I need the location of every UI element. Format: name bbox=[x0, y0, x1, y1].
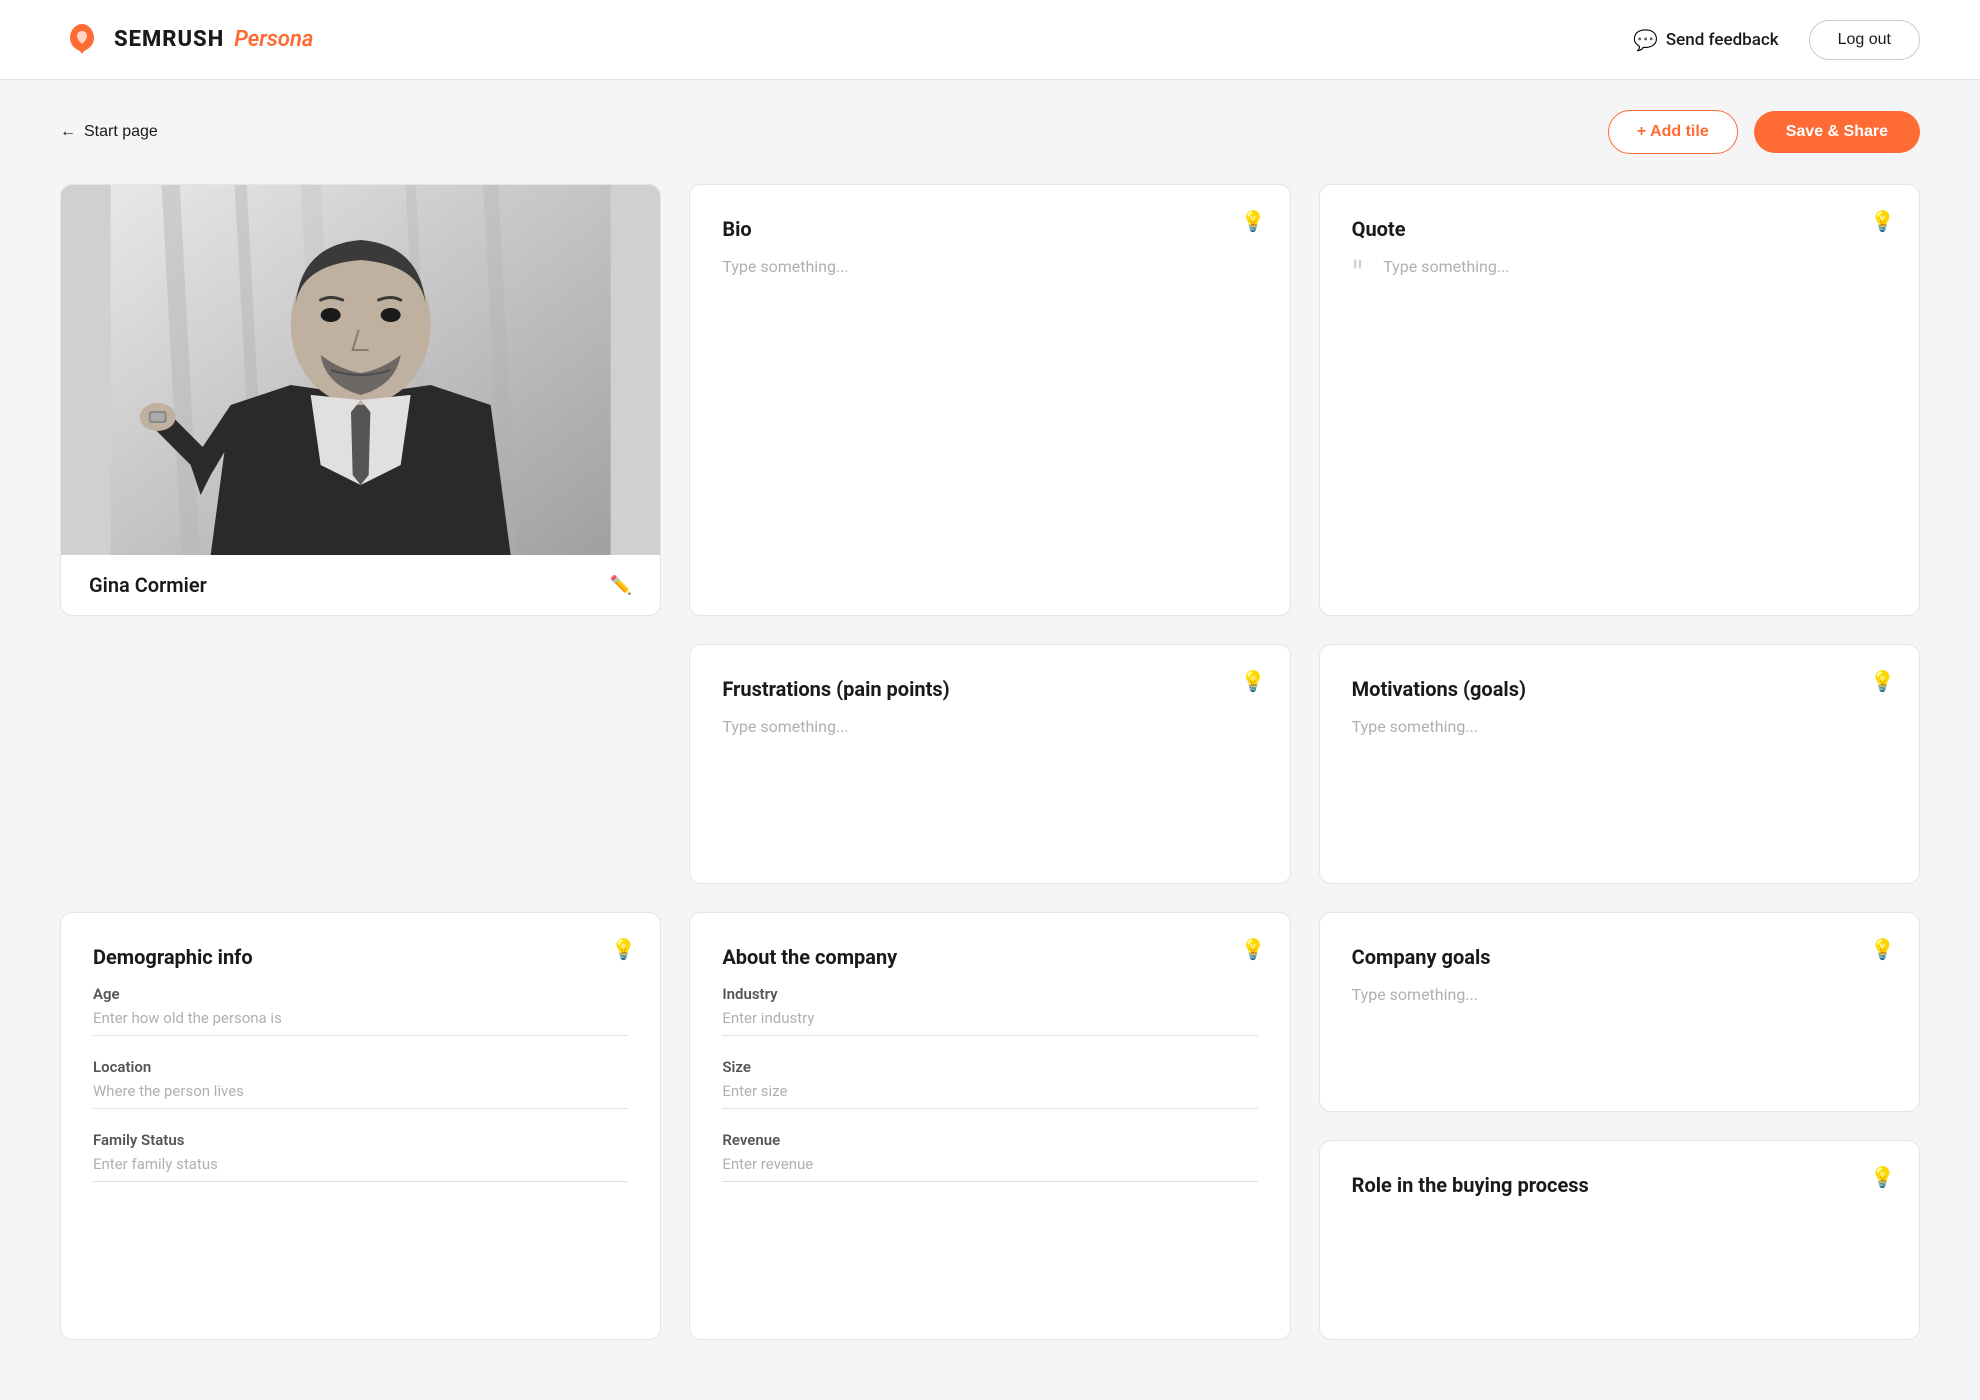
persona-footer: Gina Cormier ✏️ bbox=[61, 555, 660, 615]
about-company-title: About the company bbox=[722, 945, 1257, 969]
semrush-logo-icon bbox=[60, 18, 104, 62]
arrow-left-icon: ← bbox=[60, 123, 76, 141]
motivations-title: Motivations (goals) bbox=[1352, 677, 1887, 701]
save-share-button[interactable]: Save & Share bbox=[1754, 111, 1920, 153]
demographic-title: Demographic info bbox=[93, 945, 628, 969]
persona-image[interactable] bbox=[61, 185, 660, 555]
family-status-label: Family Status bbox=[93, 1131, 628, 1149]
frustrations-bulb-icon: 💡 bbox=[1241, 669, 1266, 693]
quote-title: Quote bbox=[1352, 217, 1887, 241]
location-label: Location bbox=[93, 1058, 628, 1076]
toolbar-right: + Add tile Save & Share bbox=[1608, 110, 1920, 154]
frustrations-title: Frustrations (pain points) bbox=[722, 677, 1257, 701]
family-status-input[interactable]: Enter family status bbox=[93, 1155, 628, 1182]
logout-button[interactable]: Log out bbox=[1809, 20, 1920, 60]
send-feedback-button[interactable]: 💬 Send feedback bbox=[1633, 28, 1779, 52]
company-goals-card: 💡 Company goals Type something... bbox=[1319, 912, 1920, 1112]
cards-grid-row3: 💡 Demographic info Age Enter how old the… bbox=[60, 912, 1920, 1340]
about-company-card: 💡 About the company Industry Enter indus… bbox=[689, 912, 1290, 1340]
persona-card: Gina Cormier ✏️ bbox=[60, 184, 661, 616]
send-feedback-label: Send feedback bbox=[1666, 30, 1779, 50]
cards-grid-row2: 💡 Frustrations (pain points) Type someth… bbox=[60, 644, 1920, 884]
quote-bulb-icon: 💡 bbox=[1870, 209, 1895, 233]
persona-photo bbox=[61, 185, 660, 555]
location-field: Location Where the person lives bbox=[93, 1058, 628, 1109]
revenue-field: Revenue Enter revenue bbox=[722, 1131, 1257, 1182]
age-label: Age bbox=[93, 985, 628, 1003]
location-input[interactable]: Where the person lives bbox=[93, 1082, 628, 1109]
family-status-field: Family Status Enter family status bbox=[93, 1131, 628, 1182]
bio-placeholder[interactable]: Type something... bbox=[722, 257, 1257, 276]
about-company-bulb-icon: 💡 bbox=[1241, 937, 1266, 961]
quote-card: 💡 Quote " Type something... bbox=[1319, 184, 1920, 616]
role-buying-bulb-icon: 💡 bbox=[1870, 1165, 1895, 1189]
bio-title: Bio bbox=[722, 217, 1257, 241]
persona-name: Gina Cormier bbox=[89, 573, 207, 597]
start-page-label: Start page bbox=[84, 123, 158, 141]
bio-bulb-icon: 💡 bbox=[1241, 209, 1266, 233]
age-input[interactable]: Enter how old the persona is bbox=[93, 1009, 628, 1036]
quote-symbol: " bbox=[1352, 257, 1364, 293]
quote-placeholder[interactable]: Type something... bbox=[1383, 257, 1509, 276]
header-right: 💬 Send feedback Log out bbox=[1633, 20, 1920, 60]
quote-content: " Type something... bbox=[1352, 257, 1887, 293]
motivations-card: 💡 Motivations (goals) Type something... bbox=[1319, 644, 1920, 884]
edit-icon[interactable]: ✏️ bbox=[610, 575, 632, 596]
motivations-placeholder[interactable]: Type something... bbox=[1352, 717, 1887, 736]
company-goals-placeholder[interactable]: Type something... bbox=[1352, 985, 1887, 1004]
main-content: Gina Cormier ✏️ 💡 Bio Type something... … bbox=[0, 174, 1980, 1400]
industry-label: Industry bbox=[722, 985, 1257, 1003]
demographic-card: 💡 Demographic info Age Enter how old the… bbox=[60, 912, 661, 1340]
size-field: Size Enter size bbox=[722, 1058, 1257, 1109]
frustrations-card: 💡 Frustrations (pain points) Type someth… bbox=[689, 644, 1290, 884]
size-label: Size bbox=[722, 1058, 1257, 1076]
cards-grid: Gina Cormier ✏️ 💡 Bio Type something... … bbox=[60, 184, 1920, 616]
company-goals-title: Company goals bbox=[1352, 945, 1887, 969]
start-page-button[interactable]: ← Start page bbox=[60, 123, 158, 141]
industry-input[interactable]: Enter industry bbox=[722, 1009, 1257, 1036]
frustrations-placeholder[interactable]: Type something... bbox=[722, 717, 1257, 736]
logo-area: SEMRUSH Persona bbox=[60, 18, 313, 62]
demographic-bulb-icon: 💡 bbox=[611, 937, 636, 961]
logo-semrush-text: SEMRUSH bbox=[114, 27, 224, 52]
company-goals-bulb-icon: 💡 bbox=[1870, 937, 1895, 961]
toolbar: ← Start page + Add tile Save & Share bbox=[0, 80, 1980, 174]
revenue-label: Revenue bbox=[722, 1131, 1257, 1149]
bio-card: 💡 Bio Type something... bbox=[689, 184, 1290, 616]
revenue-input[interactable]: Enter revenue bbox=[722, 1155, 1257, 1182]
role-buying-card: 💡 Role in the buying process bbox=[1319, 1140, 1920, 1340]
role-buying-title: Role in the buying process bbox=[1352, 1173, 1887, 1197]
right-column: 💡 Company goals Type something... 💡 Role… bbox=[1319, 912, 1920, 1340]
logo-persona-text: Persona bbox=[234, 27, 313, 52]
add-tile-button[interactable]: + Add tile bbox=[1608, 110, 1738, 154]
size-input[interactable]: Enter size bbox=[722, 1082, 1257, 1109]
motivations-bulb-icon: 💡 bbox=[1870, 669, 1895, 693]
header: SEMRUSH Persona 💬 Send feedback Log out bbox=[0, 0, 1980, 80]
age-field: Age Enter how old the persona is bbox=[93, 985, 628, 1036]
feedback-chat-icon: 💬 bbox=[1633, 28, 1658, 52]
industry-field: Industry Enter industry bbox=[722, 985, 1257, 1036]
